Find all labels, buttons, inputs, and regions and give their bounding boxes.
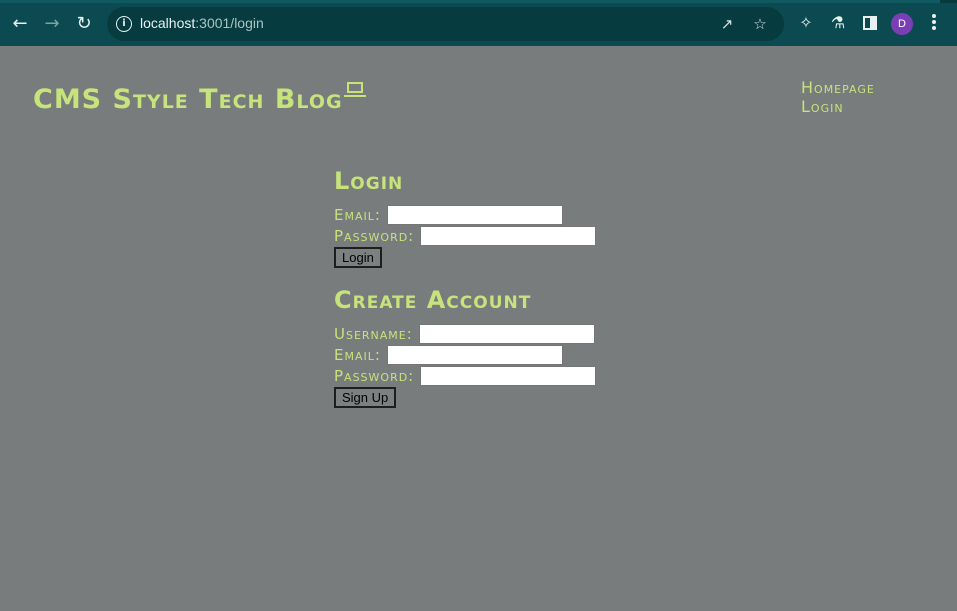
nav-homepage-link[interactable]: Homepage xyxy=(801,78,875,97)
share-icon[interactable]: ↗ xyxy=(718,15,736,33)
address-url[interactable]: localhost:3001/login xyxy=(140,15,264,31)
signup-username-input[interactable] xyxy=(418,323,595,344)
kebab-menu-icon[interactable] xyxy=(931,14,937,34)
create-account-heading: Create Account xyxy=(334,286,532,314)
signup-password-row: Password: xyxy=(334,365,734,386)
url-host: localhost xyxy=(140,15,196,31)
signup-username-row: Username: xyxy=(334,323,734,344)
login-email-input[interactable] xyxy=(386,204,563,225)
auth-forms: Login Email: Password: Login Create Acco… xyxy=(334,166,734,408)
url-path: :3001/login xyxy=(195,15,264,31)
signup-email-input[interactable] xyxy=(386,344,563,365)
reload-icon[interactable]: ↻ xyxy=(73,12,95,34)
side-panel-icon[interactable] xyxy=(863,16,877,30)
site-info-icon[interactable]: i xyxy=(116,16,132,32)
browser-toolbar: ← → ↻ i localhost:3001/login ↗ ☆ ✧ ⚗ D xyxy=(0,0,957,46)
site-title-text: CMS Style Tech Blog xyxy=(33,84,343,115)
login-password-input[interactable] xyxy=(420,225,597,246)
login-email-label: Email: xyxy=(334,205,381,224)
nav-login-link[interactable]: Login xyxy=(801,97,875,116)
bookmark-star-icon[interactable]: ☆ xyxy=(751,15,769,33)
laptop-icon xyxy=(343,82,366,100)
extensions-puzzle-icon[interactable]: ✧ xyxy=(796,13,816,33)
login-button[interactable]: Login xyxy=(334,247,382,268)
login-form: Login Email: Password: Login xyxy=(334,166,734,268)
login-heading: Login xyxy=(334,167,404,195)
site-title: CMS Style Tech Blog xyxy=(33,82,366,115)
signup-password-label: Password: xyxy=(334,366,415,385)
forward-arrow-icon[interactable]: → xyxy=(41,12,63,34)
signup-password-input[interactable] xyxy=(420,365,597,386)
address-bar[interactable]: i localhost:3001/login ↗ ☆ xyxy=(107,7,784,41)
signup-form: Create Account Username: Email: Password… xyxy=(334,285,734,408)
tab-strip-edge xyxy=(0,0,957,3)
back-arrow-icon[interactable]: ← xyxy=(9,12,31,34)
login-email-row: Email: xyxy=(334,204,734,225)
login-password-row: Password: xyxy=(334,225,734,246)
profile-avatar[interactable]: D xyxy=(891,13,913,35)
top-nav: Homepage Login xyxy=(801,78,875,116)
signup-email-label: Email: xyxy=(334,345,381,364)
signup-email-row: Email: xyxy=(334,344,734,365)
page-body: CMS Style Tech Blog Homepage Login Login… xyxy=(0,46,957,611)
signup-username-label: Username: xyxy=(334,324,413,343)
login-password-label: Password: xyxy=(334,226,415,245)
labs-flask-icon[interactable]: ⚗ xyxy=(828,13,848,33)
signup-button[interactable]: Sign Up xyxy=(334,387,397,408)
